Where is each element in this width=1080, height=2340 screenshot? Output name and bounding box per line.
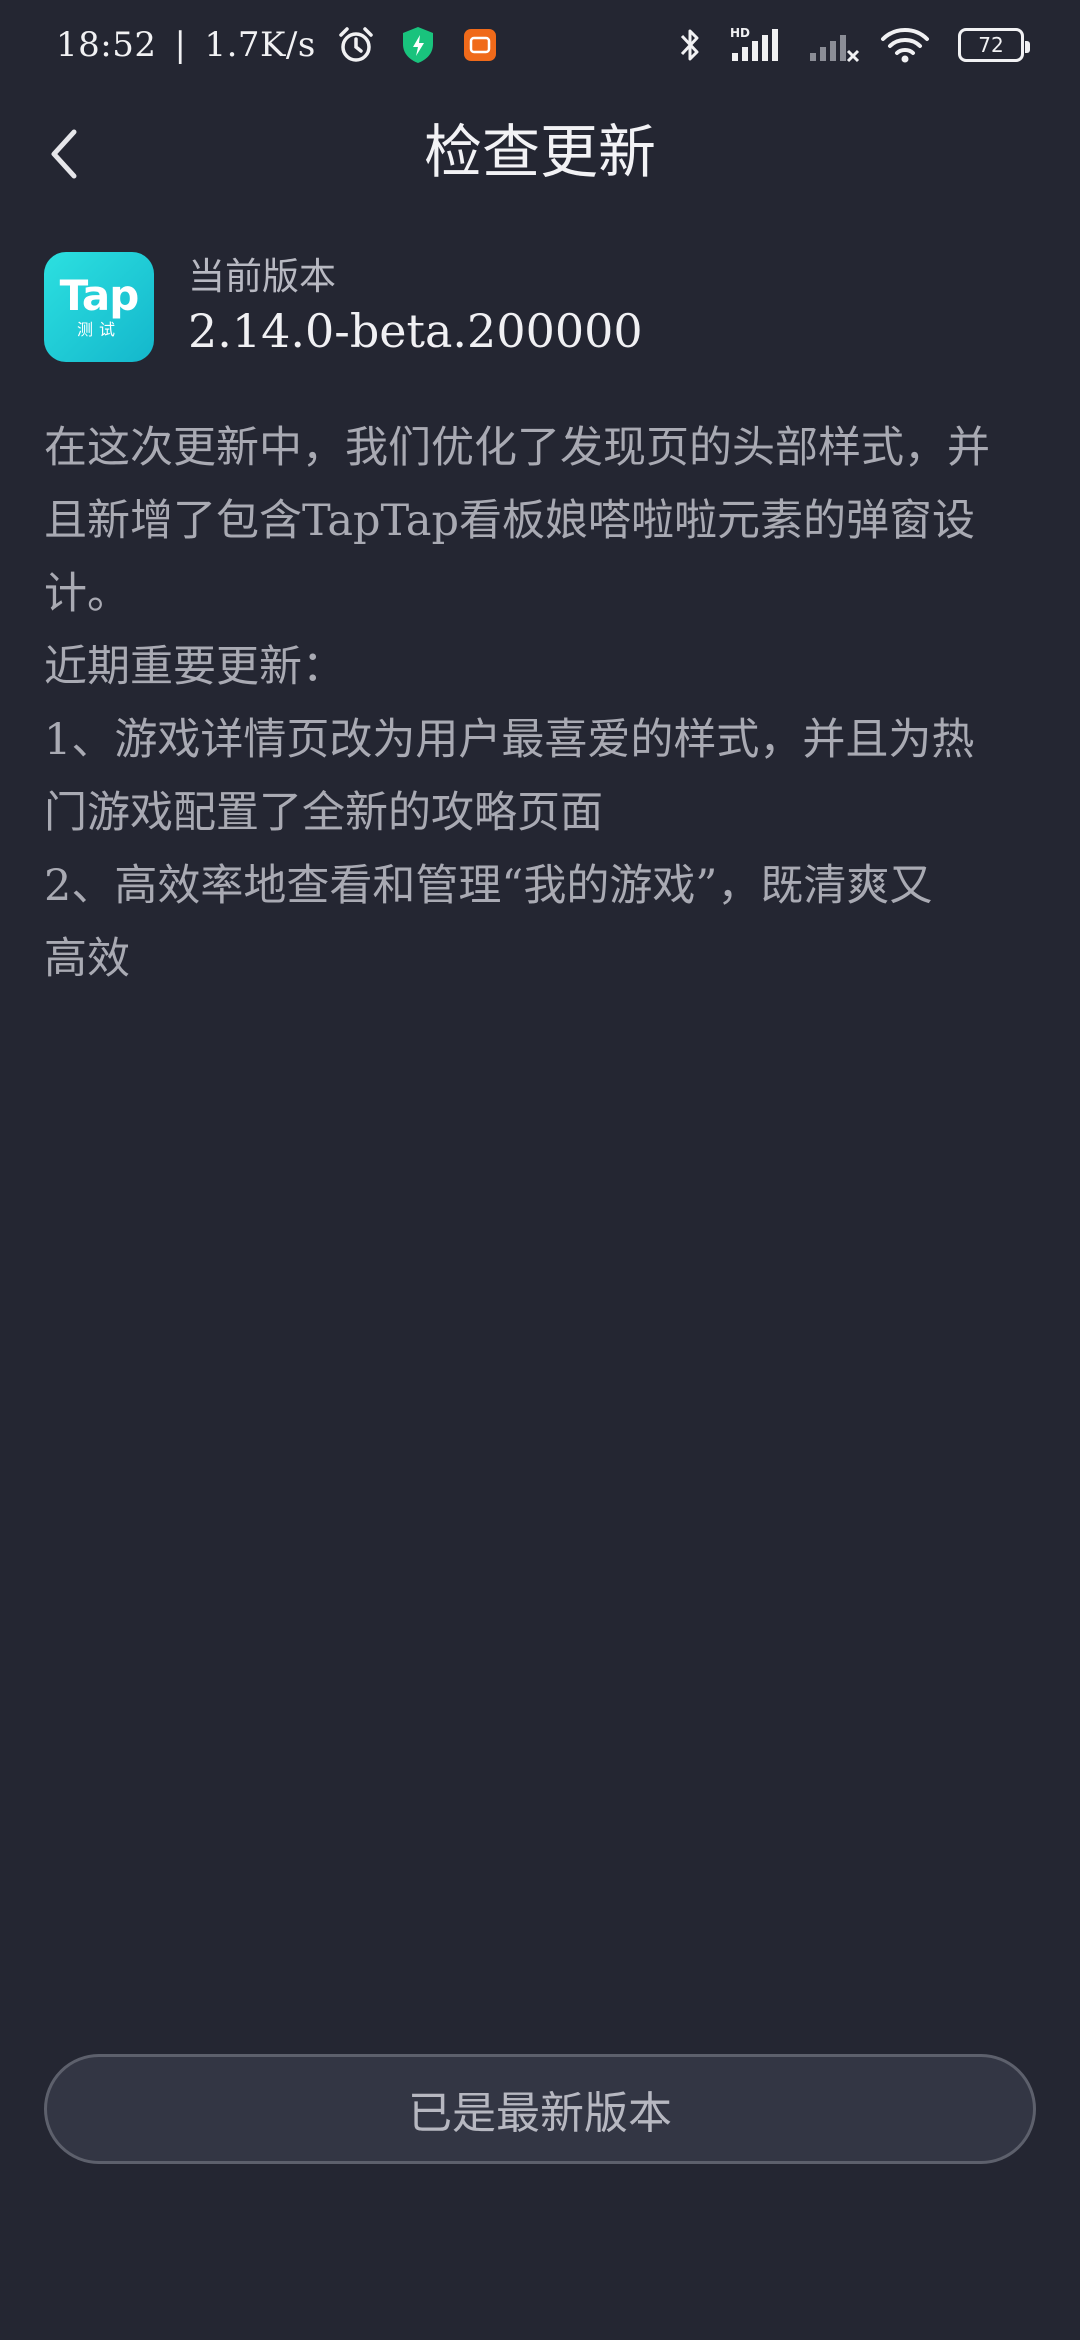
note-line: 1、游戏详情页改为用户最喜爱的样式，并且为热 (44, 715, 975, 765)
already-latest-button[interactable]: 已是最新版本 (44, 2054, 1036, 2164)
update-screen: 18:52 | 1.7K/s HD 72 检查更新 Tap 测试 当前版本 2.… (0, 0, 1080, 2340)
release-notes: 在这次更新中，我们优化了发现页的头部样式，并 且新增了包含TapTap看板娘嗒啦… (44, 412, 1040, 996)
mi-app-icon (458, 23, 502, 67)
hd-signal-icon: HD (730, 23, 790, 67)
note-line: 2、高效率地查看和管理“我的游戏”，既清爽又 (44, 861, 933, 911)
wifi-icon (880, 23, 930, 67)
title-bar: 检查更新 (0, 110, 1080, 194)
status-net-speed: 1.7K/s (204, 25, 316, 65)
version-label: 当前版本 (188, 255, 336, 298)
status-separator: | (174, 25, 187, 65)
battery-indicator: 72 (958, 28, 1030, 62)
status-time: 18:52 (56, 25, 157, 65)
note-line: 在这次更新中，我们优化了发现页的头部样式，并 (44, 423, 990, 473)
page-title: 检查更新 (423, 118, 656, 186)
status-bar: 18:52 | 1.7K/s HD 72 (0, 0, 1080, 90)
version-row: Tap 测试 当前版本 2.14.0-beta.200000 (44, 252, 643, 362)
taptap-app-icon: Tap 测试 (44, 252, 154, 362)
note-line: 近期重要更新： (44, 642, 345, 692)
note-line: 高效 (44, 934, 130, 984)
security-shield-icon (396, 23, 440, 67)
no-signal-icon (808, 23, 862, 67)
bluetooth-icon (668, 23, 712, 67)
alarm-clock-icon (334, 23, 378, 67)
version-value: 2.14.0-beta.200000 (188, 304, 643, 358)
status-left: 18:52 | 1.7K/s (56, 23, 502, 67)
note-line: 门游戏配置了全新的攻略页面 (44, 788, 603, 838)
version-info: 当前版本 2.14.0-beta.200000 (188, 254, 643, 360)
app-icon-logo: Tap (59, 271, 140, 320)
note-line: 计。 (44, 569, 130, 619)
back-button[interactable] (34, 122, 98, 186)
chevron-left-icon (51, 129, 77, 179)
svg-text:HD: HD (730, 26, 750, 40)
app-icon-sub: 测试 (76, 320, 121, 339)
status-right: HD 72 (668, 23, 1030, 67)
note-line: 且新增了包含TapTap看板娘嗒啦啦元素的弹窗设 (44, 496, 976, 546)
